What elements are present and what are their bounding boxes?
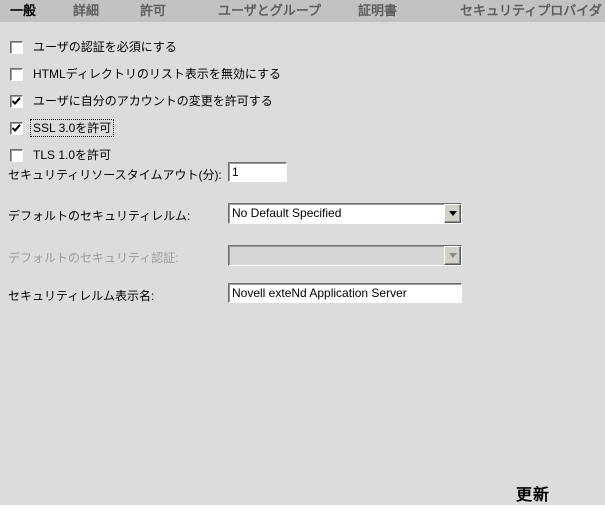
tab-users-and-groups[interactable]: ユーザとグループ (218, 0, 321, 22)
default-auth-combo (228, 245, 462, 266)
require-auth-label: ユーザの認証を必須にする (33, 40, 177, 54)
checkmark-icon (12, 96, 21, 105)
security-settings-panel: 一般 詳細 許可 ユーザとグループ 証明書 セキュリティプロバイダ ユーザの認証… (0, 0, 605, 511)
default-auth-label: デフォルトのセキュリティ認証: (8, 251, 179, 265)
allow-ssl3-label: SSL 3.0を許可 (29, 119, 115, 137)
disable-dir-listing-checkbox[interactable] (10, 67, 23, 81)
default-auth-dropdown-button (444, 246, 461, 265)
allow-tls1-row: TLS 1.0を許可 (10, 147, 113, 163)
allow-ssl3-row: SSL 3.0を許可 (10, 119, 115, 137)
allow-ssl3-checkbox[interactable] (10, 121, 23, 135)
default-auth-value (229, 246, 444, 265)
default-realm-label: デフォルトのセキュリティレルム: (8, 209, 191, 223)
tab-certificates[interactable]: 証明書 (358, 0, 397, 22)
allow-account-change-checkbox[interactable] (10, 94, 23, 108)
timeout-label: セキュリティリソースタイムアウト(分): (8, 168, 222, 182)
default-realm-dropdown-button[interactable] (444, 204, 461, 223)
tab-general[interactable]: 一般 (10, 0, 36, 22)
tab-advanced[interactable]: 詳細 (73, 0, 99, 22)
disable-dir-listing-row: HTMLディレクトリのリスト表示を無効にする (10, 66, 283, 82)
realm-display-name-input[interactable] (228, 283, 462, 303)
require-auth-checkbox[interactable] (10, 40, 23, 54)
allow-account-change-row: ユーザに自分のアカウントの変更を許可する (10, 93, 275, 109)
allow-account-change-label: ユーザに自分のアカウントの変更を許可する (33, 94, 273, 108)
tab-bar: 一般 詳細 許可 ユーザとグループ 証明書 セキュリティプロバイダ (0, 0, 605, 22)
update-button[interactable]: 更新 (516, 481, 550, 505)
allow-tls1-label: TLS 1.0を許可 (33, 148, 112, 162)
default-realm-value: No Default Specified (232, 206, 342, 220)
default-realm-combo[interactable]: No Default Specified (228, 203, 462, 224)
tab-security-provider[interactable]: セキュリティプロバイダ (460, 0, 602, 22)
disable-dir-listing-label: HTMLディレクトリのリスト表示を無効にする (33, 67, 281, 81)
allow-tls1-checkbox[interactable] (10, 148, 23, 162)
require-auth-row: ユーザの認証を必須にする (10, 39, 179, 55)
checkmark-icon (12, 123, 21, 132)
chevron-down-icon (448, 253, 457, 258)
chevron-down-icon (448, 211, 457, 216)
timeout-input[interactable] (228, 162, 287, 182)
realm-display-name-label: セキュリティレルム表示名: (8, 289, 155, 303)
tab-permissions[interactable]: 許可 (140, 0, 166, 22)
bottom-strip (0, 505, 605, 511)
